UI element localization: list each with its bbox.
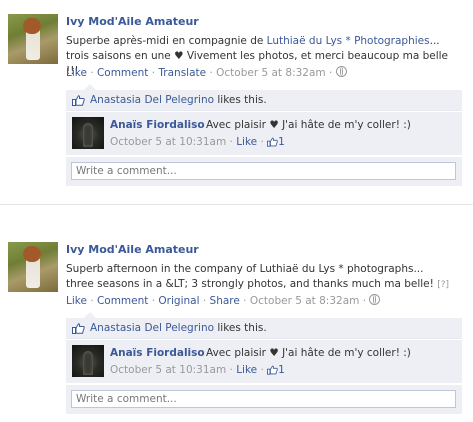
like-link[interactable]: Like: [66, 295, 87, 307]
commenter-avatar[interactable]: [72, 345, 104, 377]
comment-like-count[interactable]: 1: [278, 364, 285, 376]
thumbs-up-icon[interactable]: [267, 137, 278, 147]
thumbs-up-icon: [72, 95, 85, 106]
message-text: Superb afternoon in the company of Luthi…: [66, 263, 434, 290]
translate-link[interactable]: Translate: [158, 67, 206, 79]
avatar-hair: [23, 18, 41, 34]
author-name[interactable]: Ivy Mod'Aile Amateur: [66, 243, 199, 256]
thumbs-up-icon: [72, 323, 85, 334]
comment-link[interactable]: Comment: [97, 67, 148, 79]
likes-text: Anastasia Del Pelegrino likes this.: [90, 94, 267, 106]
comment: Anaïs Fiordaliso Avec plaisir ♥ J'ai hât…: [66, 340, 462, 383]
post-timestamp[interactable]: October 5 at 8:32am: [216, 67, 326, 79]
comment-input[interactable]: Write a comment...: [71, 390, 456, 408]
avatar-hair: [23, 246, 41, 262]
comment: Anaïs Fiordaliso Avec plaisir ♥ J'ai hât…: [66, 112, 462, 155]
comment-like-count[interactable]: 1: [278, 136, 285, 148]
globe-icon: [335, 66, 347, 77]
write-comment-area: Write a comment...: [66, 385, 462, 414]
share-link[interactable]: Share: [210, 295, 240, 307]
author-name[interactable]: Ivy Mod'Aile Amateur: [66, 15, 199, 28]
post-timestamp[interactable]: October 5 at 8:32am: [250, 295, 360, 307]
message-text: Superbe après-midi en compagnie de: [66, 35, 267, 47]
comment-text: Avec plaisir ♥ J'ai hâte de m'y coller! …: [206, 347, 411, 359]
comment-text: Avec plaisir ♥ J'ai hâte de m'y coller! …: [206, 119, 411, 131]
like-link[interactable]: Like: [66, 67, 87, 79]
author-avatar[interactable]: [8, 242, 58, 292]
comment-timestamp[interactable]: October 5 at 10:31am: [110, 136, 226, 148]
post-message: Superb afternoon in the company of Luthi…: [66, 262, 451, 293]
liker-name[interactable]: Anastasia Del Pelegrino: [90, 322, 214, 334]
comment-timestamp[interactable]: October 5 at 10:31am: [110, 364, 226, 376]
post-actions: Like · Comment · Translate · October 5 a…: [66, 66, 347, 79]
comment-input[interactable]: Write a comment...: [71, 162, 456, 180]
commenter-name[interactable]: Anaïs Fiordaliso: [110, 119, 205, 131]
likes-summary: Anastasia Del Pelegrino likes this.: [66, 318, 462, 339]
likes-suffix: likes this.: [217, 322, 267, 334]
likes-suffix: likes this.: [217, 94, 267, 106]
globe-icon: [369, 294, 381, 305]
commenter-avatar[interactable]: [72, 117, 104, 149]
comment-like-link[interactable]: Like: [236, 136, 257, 148]
commenter-avatar-figure: [83, 123, 93, 147]
likes-text: Anastasia Del Pelegrino likes this.: [90, 322, 267, 334]
thumbs-up-icon[interactable]: [267, 365, 278, 375]
likes-summary: Anastasia Del Pelegrino likes this.: [66, 90, 462, 111]
commenter-avatar-figure: [83, 351, 93, 375]
post-divider: [0, 204, 473, 205]
comment-like-link[interactable]: Like: [236, 364, 257, 376]
tagged-page-link[interactable]: Luthiaë du Lys * Photographies: [267, 35, 430, 47]
liker-name[interactable]: Anastasia Del Pelegrino: [90, 94, 214, 106]
comment-meta: October 5 at 10:31am · Like · 1: [110, 364, 285, 376]
write-comment-area: Write a comment...: [66, 157, 462, 186]
commenter-name[interactable]: Anaïs Fiordaliso: [110, 347, 205, 359]
post-actions: Like · Comment · Original · Share · Octo…: [66, 294, 381, 307]
translation-help-link[interactable]: [?]: [437, 280, 449, 290]
original-link[interactable]: Original: [158, 295, 199, 307]
comment-meta: October 5 at 10:31am · Like · 1: [110, 136, 285, 148]
comment-link[interactable]: Comment: [97, 295, 148, 307]
author-avatar[interactable]: [8, 14, 58, 64]
